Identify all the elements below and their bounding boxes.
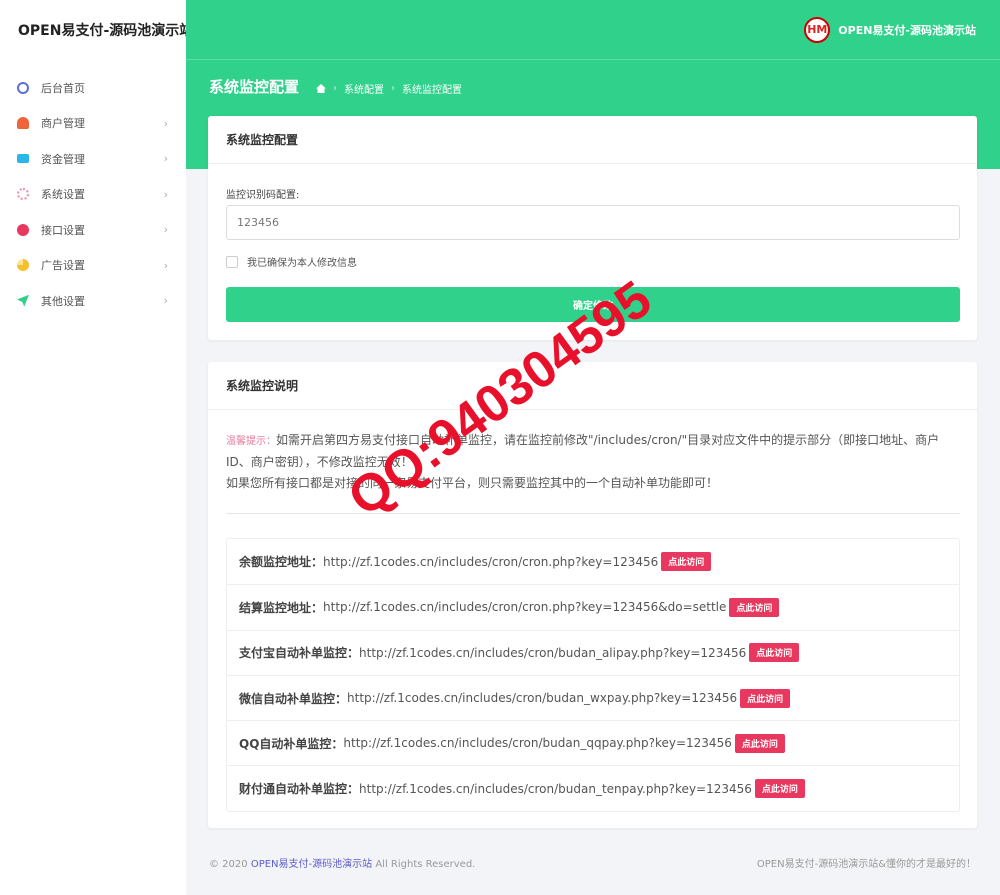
plug-icon	[17, 223, 29, 236]
sidebar-item-label: 资金管理	[41, 152, 85, 166]
sidebar-item-label: 后台首页	[41, 81, 85, 95]
sidebar-item-other[interactable]: 其他设置 ›	[0, 283, 186, 319]
list-item: QQ自动补单监控： http://zf.1codes.cn/includes/c…	[227, 720, 959, 765]
monitor-url: http://zf.1codes.cn/includes/cron/budan_…	[359, 645, 747, 660]
sidebar-item-ads[interactable]: 广告设置 ›	[0, 248, 186, 284]
chevron-right-icon: ›	[163, 152, 168, 166]
breadcrumb-link[interactable]: 系统配置	[344, 81, 384, 96]
monitor-url: http://zf.1codes.cn/includes/cron/budan_…	[359, 781, 752, 796]
monitor-name: 支付宝自动补单监控：	[239, 646, 360, 661]
list-item: 结算监控地址： http://zf.1codes.cn/includes/cro…	[227, 584, 959, 629]
monitor-name: 结算监控地址：	[239, 600, 324, 615]
monitor-key-input[interactable]: 123456	[226, 205, 960, 240]
footer-copyright: © 2020 OPEN易支付-源码池演示站 All Rights Reserve…	[209, 855, 475, 870]
sidebar-item-label: 广告设置	[41, 259, 85, 273]
sidebar-item-funds[interactable]: 资金管理 ›	[0, 141, 186, 177]
monitor-name: QQ自动补单监控：	[239, 736, 344, 751]
breadcrumb-separator: ›	[391, 83, 395, 94]
gear-icon	[17, 188, 29, 201]
monitor-url: http://zf.1codes.cn/includes/cron/cron.p…	[323, 600, 727, 615]
tip-line-1: 如需开启第四方易支付接口自动补单监控，请在监控前修改"/includes/cro…	[226, 433, 940, 469]
monitor-name: 财付通自动补单监控：	[239, 782, 360, 797]
sidebar-item-label: 接口设置	[41, 223, 85, 237]
pie-chart-icon	[17, 259, 29, 272]
sidebar-item-dashboard[interactable]: 后台首页	[0, 70, 186, 106]
visit-button[interactable]: 点此访问	[729, 597, 780, 617]
footer-slogan: OPEN易支付-源码池演示站&懂你的才是最好的！	[756, 859, 976, 870]
copyright-year: © 2020	[209, 859, 248, 870]
breadcrumb-current: 系统监控配置	[402, 85, 462, 96]
breadcrumb: › 系统配置 › 系统监控配置	[316, 81, 462, 96]
sidebar-item-merchants[interactable]: 商户管理 ›	[0, 106, 186, 142]
page-title: 系统监控配置	[209, 78, 300, 96]
sidebar-item-interfaces[interactable]: 接口设置 ›	[0, 212, 186, 248]
chevron-right-icon: ›	[163, 294, 168, 308]
sidebar-nav: 后台首页 商户管理 › 资金管理 › 系统设置 › 接口设置 › 广告设置 ›	[0, 70, 186, 319]
brand-title[interactable]: OPEN易支付-源码池演示站	[0, 0, 186, 60]
breadcrumb-separator: ›	[333, 83, 337, 94]
visit-button[interactable]: 点此访问	[661, 552, 712, 572]
footer-brand-link[interactable]: OPEN易支付-源码池演示站	[251, 859, 372, 870]
visit-button[interactable]: 点此访问	[749, 643, 800, 663]
visit-button[interactable]: 点此访问	[734, 733, 785, 753]
chevron-right-icon: ›	[163, 116, 168, 130]
site-name[interactable]: OPEN易支付-源码池演示站	[838, 22, 976, 38]
sidebar-item-label: 商户管理	[41, 117, 85, 131]
send-icon	[17, 294, 29, 307]
user-icon	[17, 117, 29, 130]
chevron-right-icon: ›	[163, 258, 168, 272]
compass-icon	[17, 81, 29, 94]
monitor-name: 微信自动补单监控：	[239, 691, 348, 706]
monitor-url: http://zf.1codes.cn/includes/cron/budan_…	[347, 691, 738, 706]
list-item: 支付宝自动补单监控： http://zf.1codes.cn/includes/…	[227, 629, 959, 675]
sidebar-item-system[interactable]: 系统设置 ›	[0, 177, 186, 213]
field-label: 监控识别码配置:	[226, 190, 300, 201]
home-icon[interactable]	[316, 84, 326, 93]
rights-text: All Rights Reserved.	[375, 859, 476, 870]
submit-button[interactable]: 确定修改	[226, 287, 960, 322]
sidebar: OPEN易支付-源码池演示站 后台首页 商户管理 › 资金管理 › 系统设置 ›…	[0, 0, 186, 895]
sidebar-item-label: 系统设置	[41, 188, 85, 202]
card-title: 系统监控说明	[208, 362, 977, 410]
monitor-url: http://zf.1codes.cn/includes/cron/budan_…	[343, 736, 732, 751]
divider	[226, 513, 960, 514]
visit-button[interactable]: 点此访问	[754, 779, 805, 799]
config-card: 系统监控配置 监控识别码配置: 123456 我已确保为本人修改信息 确定修改	[208, 116, 977, 340]
info-card: 系统监控说明 温馨提示：如需开启第四方易支付接口自动补单监控，请在监控前修改"/…	[208, 362, 977, 828]
list-item: 微信自动补单监控： http://zf.1codes.cn/includes/c…	[227, 674, 959, 720]
visit-button[interactable]: 点此访问	[740, 688, 791, 708]
card-title: 系统监控配置	[208, 116, 977, 164]
list-item: 财付通自动补单监控： http://zf.1codes.cn/includes/…	[227, 765, 959, 810]
chevron-right-icon: ›	[163, 223, 168, 237]
tip-line-2: 如果您所有接口都是对接的同一家易支付平台，则只需要监控其中的一个自动补单功能即可…	[226, 476, 719, 490]
confirm-label: 我已确保为本人修改信息	[247, 258, 357, 269]
sidebar-item-label: 其他设置	[41, 294, 85, 308]
tip-label: 温馨提示：	[226, 436, 276, 447]
confirm-checkbox-row[interactable]: 我已确保为本人修改信息	[226, 254, 357, 269]
card-icon	[17, 154, 29, 164]
chevron-right-icon: ›	[163, 187, 168, 201]
site-logo[interactable]: HM	[804, 16, 831, 43]
monitor-list: 余额监控地址： http://zf.1codes.cn/includes/cro…	[226, 538, 960, 812]
notice-text: 温馨提示：如需开启第四方易支付接口自动补单监控，请在监控前修改"/include…	[226, 430, 962, 494]
monitor-url: http://zf.1codes.cn/includes/cron/cron.p…	[323, 554, 659, 569]
confirm-checkbox[interactable]	[226, 255, 238, 268]
list-item: 余额监控地址： http://zf.1codes.cn/includes/cro…	[227, 539, 959, 584]
monitor-name: 余额监控地址：	[239, 555, 324, 570]
topbar: HM OPEN易支付-源码池演示站	[186, 0, 1000, 60]
